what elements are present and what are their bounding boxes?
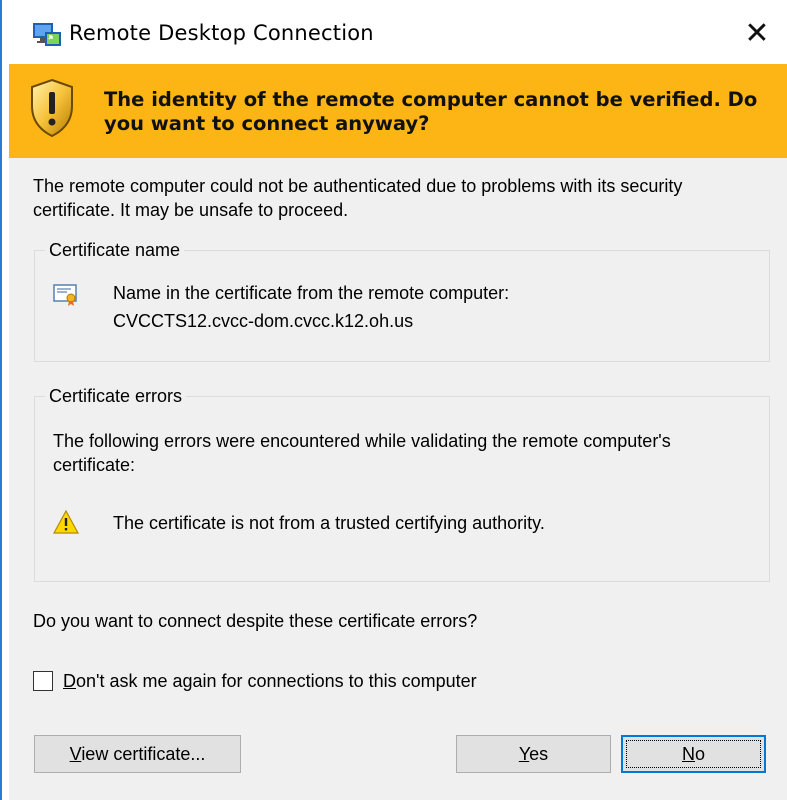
banner-message: The identity of the remote computer cann… — [104, 88, 758, 135]
intro-text: The remote computer could not be authent… — [33, 176, 683, 220]
window-title: Remote Desktop Connection — [69, 21, 374, 45]
view-certificate-label: View certificate... — [69, 743, 206, 764]
certificate-name-group: Certificate name Name in the certificate… — [34, 238, 770, 362]
focus-rectangle — [626, 740, 761, 768]
warning-icon — [53, 510, 79, 534]
close-button[interactable]: ✕ — [734, 12, 780, 54]
certificate-name-legend: Certificate name — [45, 238, 185, 262]
remote-desktop-icon — [33, 23, 61, 46]
window-border — [0, 0, 2, 800]
close-icon: ✕ — [744, 15, 770, 51]
certificate-icon — [53, 284, 77, 306]
view-certificate-button[interactable]: View certificate... — [34, 735, 241, 773]
title-bar[interactable]: Remote Desktop Connection ✕ — [2, 0, 787, 60]
yes-label: Yes — [518, 743, 549, 764]
certificate-name-label: Name in the certificate from the remote … — [113, 283, 510, 303]
dont-ask-again-checkbox-row[interactable]: Don't ask me again for connections to th… — [33, 668, 477, 694]
connect-question: Do you want to connect despite these cer… — [33, 611, 478, 631]
dont-ask-again-label[interactable]: Don't ask me again for connections to th… — [63, 669, 477, 693]
security-warning-shield-icon — [31, 78, 73, 138]
dont-ask-again-checkbox[interactable] — [33, 671, 53, 691]
dialog-body: The remote computer could not be authent… — [9, 158, 787, 800]
certificate-errors-group: Certificate errors The following errors … — [34, 384, 770, 582]
certificate-error-item: The certificate is not from a trusted ce… — [113, 513, 545, 533]
no-button[interactable]: No — [621, 735, 766, 773]
warning-banner: The identity of the remote computer cann… — [9, 64, 787, 159]
certificate-errors-description: The following errors were encountered wh… — [53, 431, 671, 475]
certificate-name-value: CVCCTS12.cvcc-dom.cvcc.k12.oh.us — [113, 311, 414, 331]
yes-button[interactable]: Yes — [456, 735, 611, 773]
certificate-errors-legend: Certificate errors — [45, 384, 187, 408]
